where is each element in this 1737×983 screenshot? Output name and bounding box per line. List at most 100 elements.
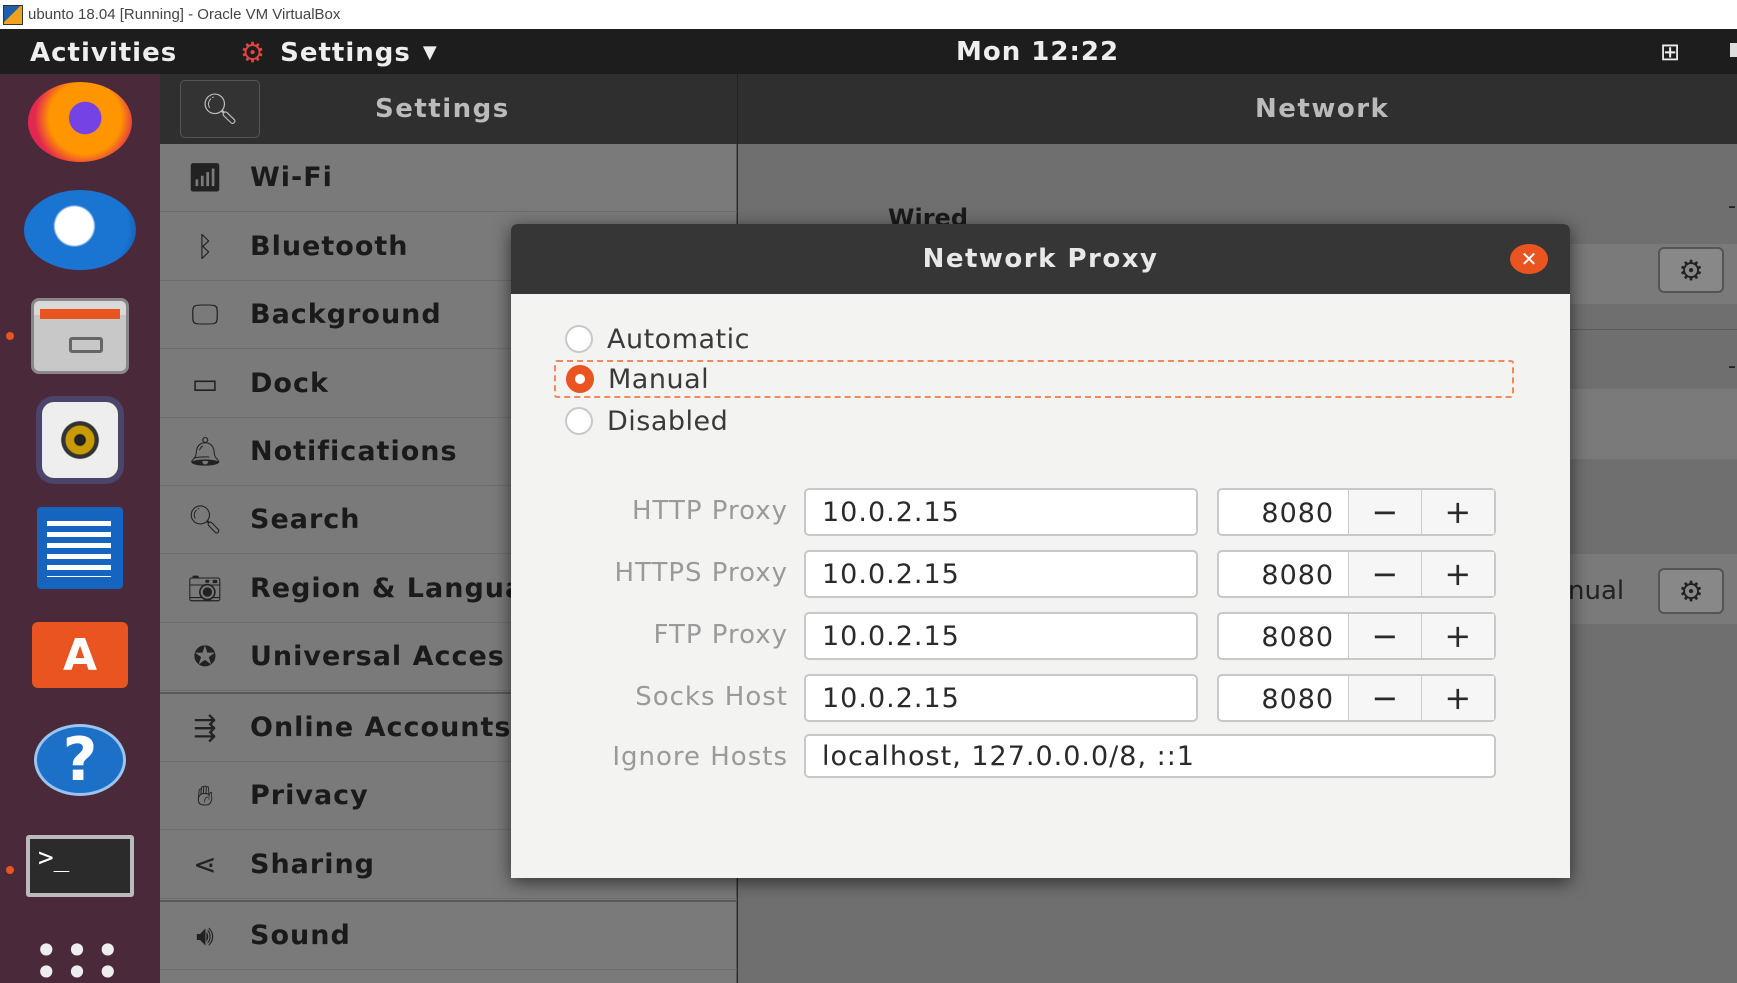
gear-icon: ⚙ bbox=[1678, 253, 1704, 287]
sidebar-item-label: Sound bbox=[250, 920, 351, 951]
http-proxy-label: HTTP Proxy bbox=[631, 496, 788, 526]
chevron-down-icon: ▼ bbox=[422, 42, 438, 63]
host-title-bar: ubunto 18.04 [Running] - Oracle VM Virtu… bbox=[0, 0, 1737, 29]
decrement-button[interactable]: − bbox=[1349, 552, 1422, 596]
increment-button[interactable]: + bbox=[1421, 490, 1494, 534]
radio-button[interactable] bbox=[565, 325, 593, 353]
accessibility-icon: ✪ bbox=[193, 640, 217, 673]
sidebar-item-label: Privacy bbox=[250, 780, 369, 811]
speaker-icon: 🔊︎ bbox=[196, 918, 214, 952]
terminal-icon: >_ bbox=[26, 835, 134, 897]
wifi-icon: 📶︎ bbox=[187, 161, 223, 194]
sidebar-item-label: Background bbox=[250, 299, 442, 330]
decrement-button[interactable]: − bbox=[1349, 676, 1422, 720]
settings-search-button[interactable]: 🔍︎ bbox=[180, 80, 260, 138]
increment-button[interactable]: + bbox=[1421, 614, 1494, 658]
sidebar-item-label: Online Accounts bbox=[250, 712, 512, 743]
settings-header-bar: 🔍︎ Settings Network bbox=[160, 74, 1737, 144]
dock-files[interactable] bbox=[20, 296, 140, 376]
settings-title: Settings bbox=[375, 94, 510, 124]
sidebar-item-label: Search bbox=[250, 504, 361, 535]
socks-host-input[interactable]: 10.0.2.15 bbox=[804, 674, 1198, 722]
rhythmbox-icon bbox=[42, 402, 118, 478]
bell-icon: 🔔︎ bbox=[187, 435, 223, 468]
firefox-icon bbox=[28, 82, 132, 162]
dock-firefox[interactable] bbox=[20, 82, 140, 162]
sidebar-item-wifi[interactable]: 📶︎ Wi-Fi bbox=[160, 144, 737, 212]
ignore-hosts-input[interactable]: localhost, 127.0.0.0/8, ::1 bbox=[804, 734, 1496, 778]
clock[interactable]: Mon 12:22 bbox=[956, 37, 1119, 67]
dock-writer[interactable] bbox=[20, 507, 140, 589]
https-proxy-label: HTTPS Proxy bbox=[614, 558, 788, 588]
sidebar-item-sound[interactable]: 🔊︎ Sound bbox=[160, 902, 737, 970]
background-icon: 🖵︎ bbox=[191, 297, 219, 331]
thunderbird-icon bbox=[24, 190, 136, 270]
radio-label: Manual bbox=[608, 363, 710, 395]
privacy-icon: ✋︎ bbox=[197, 778, 213, 812]
writer-icon bbox=[37, 507, 123, 589]
method-automatic[interactable]: Automatic bbox=[555, 320, 1515, 358]
close-icon: ✕ bbox=[1520, 247, 1538, 271]
proxy-settings-button[interactable]: ⚙ bbox=[1658, 568, 1724, 614]
radio-button[interactable] bbox=[565, 407, 593, 435]
dock-software[interactable]: A bbox=[20, 610, 140, 690]
app-menu[interactable]: ⚙ Settings ▼ bbox=[240, 36, 438, 69]
https-proxy-port-spinner: 8080 − + bbox=[1217, 550, 1496, 598]
gnome-top-bar: Activities ⚙ Settings ▼ Mon 12:22 ⊞ bbox=[0, 29, 1737, 74]
dialog-title: Network Proxy bbox=[922, 244, 1159, 274]
port-value[interactable]: 8080 bbox=[1219, 552, 1350, 596]
method-disabled[interactable]: Disabled bbox=[555, 402, 1515, 440]
decrement-button[interactable]: − bbox=[1349, 490, 1422, 534]
dock-thunderbird[interactable] bbox=[20, 190, 140, 270]
decrement-button[interactable]: − bbox=[1349, 614, 1422, 658]
close-button[interactable]: ✕ bbox=[1510, 244, 1548, 274]
port-value[interactable]: 8080 bbox=[1219, 614, 1350, 658]
app-menu-label: Settings bbox=[280, 37, 411, 68]
port-value[interactable]: 8080 bbox=[1219, 676, 1350, 720]
network-icon[interactable]: ⊞ bbox=[1660, 38, 1680, 66]
radio-button-checked[interactable] bbox=[566, 365, 594, 393]
running-indicator bbox=[6, 332, 14, 340]
dock: A ? >_ ••• ••• bbox=[0, 74, 160, 983]
https-proxy-host-input[interactable]: 10.0.2.15 bbox=[804, 550, 1198, 598]
sidebar-item-label: Notifications bbox=[250, 436, 458, 467]
wired-settings-button[interactable]: ⚙ bbox=[1658, 247, 1724, 293]
port-value[interactable]: 8080 bbox=[1219, 490, 1350, 534]
method-manual[interactable]: Manual bbox=[554, 360, 1514, 398]
sidebar-item-label: Bluetooth bbox=[250, 231, 409, 262]
add-vpn-hint: - bbox=[1728, 354, 1736, 379]
dock-show-applications[interactable]: ••• ••• bbox=[20, 922, 140, 983]
dock-help[interactable]: ? bbox=[20, 720, 140, 800]
host-window-title: ubunto 18.04 [Running] - Oracle VM Virtu… bbox=[28, 6, 341, 23]
running-indicator bbox=[6, 866, 14, 874]
panel-title: Network bbox=[1255, 94, 1390, 124]
increment-button[interactable]: + bbox=[1421, 676, 1494, 720]
search-icon: 🔍︎ bbox=[200, 91, 240, 127]
software-icon: A bbox=[32, 622, 128, 688]
files-icon bbox=[31, 298, 129, 374]
network-proxy-dialog: Network Proxy ✕ Automatic Manual Disable… bbox=[511, 224, 1570, 878]
ignore-hosts-label: Ignore Hosts bbox=[612, 742, 788, 772]
http-proxy-host-input[interactable]: 10.0.2.15 bbox=[804, 488, 1198, 536]
dialog-header: Network Proxy ✕ bbox=[511, 224, 1570, 294]
app-grid-icon: ••• ••• bbox=[33, 926, 127, 983]
header-divider bbox=[737, 74, 738, 144]
dock-icon: ▭ bbox=[191, 367, 219, 400]
increment-button[interactable]: + bbox=[1421, 552, 1494, 596]
dock-terminal[interactable]: >_ bbox=[20, 826, 140, 906]
radio-label: Automatic bbox=[607, 323, 750, 355]
sidebar-item-label: Sharing bbox=[250, 849, 376, 880]
ftp-proxy-host-input[interactable]: 10.0.2.15 bbox=[804, 612, 1198, 660]
search-icon: 🔍︎ bbox=[187, 503, 223, 536]
help-icon: ? bbox=[34, 724, 126, 796]
ftp-proxy-port-spinner: 8080 − + bbox=[1217, 612, 1496, 660]
system-menu-edge[interactable] bbox=[1730, 43, 1737, 57]
dock-rhythmbox[interactable] bbox=[20, 400, 140, 480]
settings-app-icon: ⚙ bbox=[240, 36, 267, 69]
add-connection-hint: - bbox=[1728, 194, 1736, 219]
socks-host-label: Socks Host bbox=[635, 682, 788, 712]
socks-port-spinner: 8080 − + bbox=[1217, 674, 1496, 722]
activities-button[interactable]: Activities bbox=[30, 38, 177, 68]
proxy-status-text: nual bbox=[1568, 576, 1625, 606]
sidebar-item-label: Wi-Fi bbox=[250, 162, 333, 193]
